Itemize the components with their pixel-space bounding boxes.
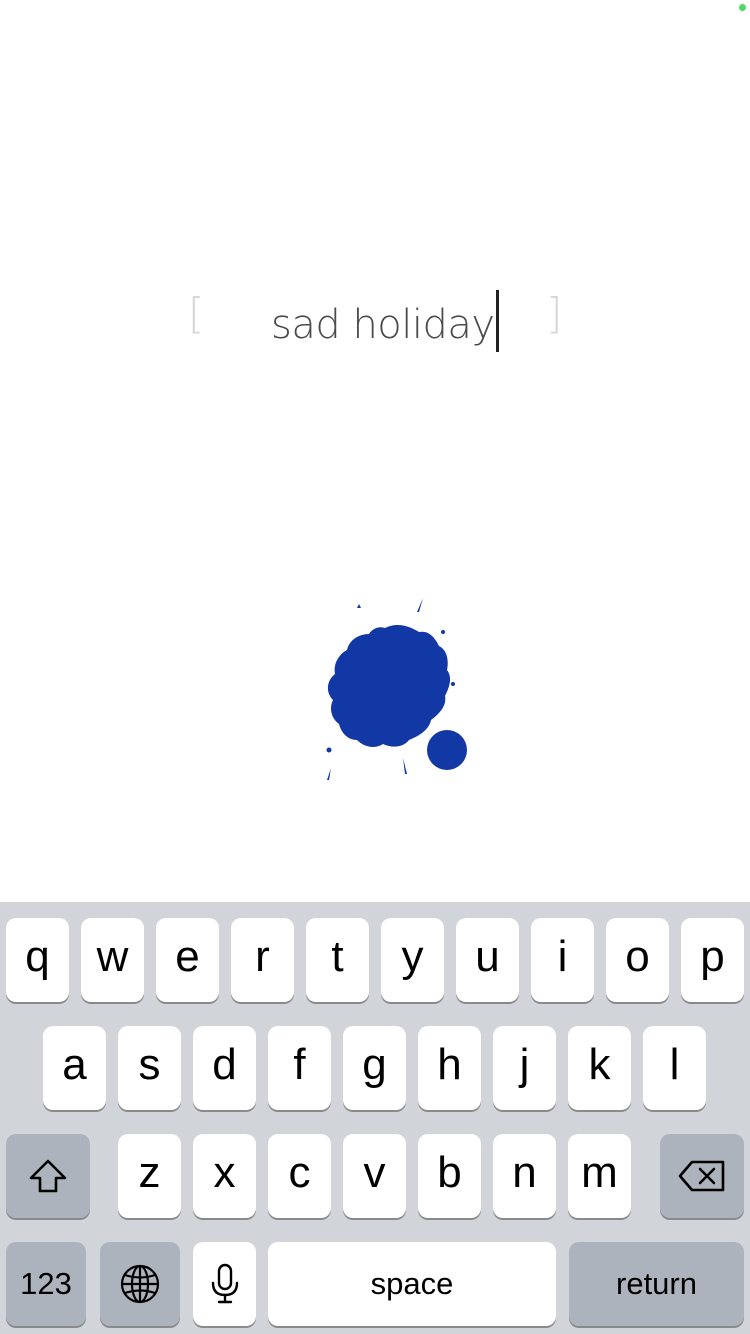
text-entry-area[interactable]: [ sad holiday ] xyxy=(180,280,570,352)
delete-key[interactable] xyxy=(660,1134,744,1218)
key-p[interactable]: p xyxy=(681,918,744,1002)
key-n[interactable]: n xyxy=(493,1134,556,1218)
entry-text: sad holiday xyxy=(271,302,495,348)
bracket-close: ] xyxy=(546,289,563,338)
key-m[interactable]: m xyxy=(568,1134,631,1218)
backspace-icon xyxy=(677,1159,727,1193)
key-g[interactable]: g xyxy=(343,1026,406,1110)
return-key[interactable]: return xyxy=(569,1242,744,1326)
key-o[interactable]: o xyxy=(606,918,669,1002)
globe-icon xyxy=(119,1263,161,1305)
shift-icon xyxy=(28,1158,68,1194)
shift-key[interactable] xyxy=(6,1134,90,1218)
space-key[interactable]: space xyxy=(268,1242,556,1326)
microphone-icon xyxy=(210,1263,240,1305)
bracket-open: [ xyxy=(188,289,205,338)
key-t[interactable]: t xyxy=(306,918,369,1002)
key-c[interactable]: c xyxy=(268,1134,331,1218)
key-v[interactable]: v xyxy=(343,1134,406,1218)
numbers-key[interactable]: 123 xyxy=(6,1242,86,1326)
key-f[interactable]: f xyxy=(268,1026,331,1110)
key-s[interactable]: s xyxy=(118,1026,181,1110)
status-indicator-dot xyxy=(739,4,746,11)
key-l[interactable]: l xyxy=(643,1026,706,1110)
key-h[interactable]: h xyxy=(418,1026,481,1110)
ink-blot-icon[interactable] xyxy=(305,590,485,790)
key-q[interactable]: q xyxy=(6,918,69,1002)
key-x[interactable]: x xyxy=(193,1134,256,1218)
microphone-key[interactable] xyxy=(193,1242,256,1326)
key-r[interactable]: r xyxy=(231,918,294,1002)
text-cursor xyxy=(495,290,499,352)
key-k[interactable]: k xyxy=(568,1026,631,1110)
key-y[interactable]: y xyxy=(381,918,444,1002)
key-i[interactable]: i xyxy=(531,918,594,1002)
key-w[interactable]: w xyxy=(81,918,144,1002)
key-e[interactable]: e xyxy=(156,918,219,1002)
key-d[interactable]: d xyxy=(193,1026,256,1110)
key-b[interactable]: b xyxy=(418,1134,481,1218)
key-u[interactable]: u xyxy=(456,918,519,1002)
entry-text-field[interactable]: sad holiday xyxy=(271,290,499,352)
key-a[interactable]: a xyxy=(43,1026,106,1110)
key-j[interactable]: j xyxy=(493,1026,556,1110)
globe-key[interactable] xyxy=(100,1242,180,1326)
keyboard: q w e r t y u i o p a s d f g h j k l z … xyxy=(0,902,750,1334)
key-z[interactable]: z xyxy=(118,1134,181,1218)
